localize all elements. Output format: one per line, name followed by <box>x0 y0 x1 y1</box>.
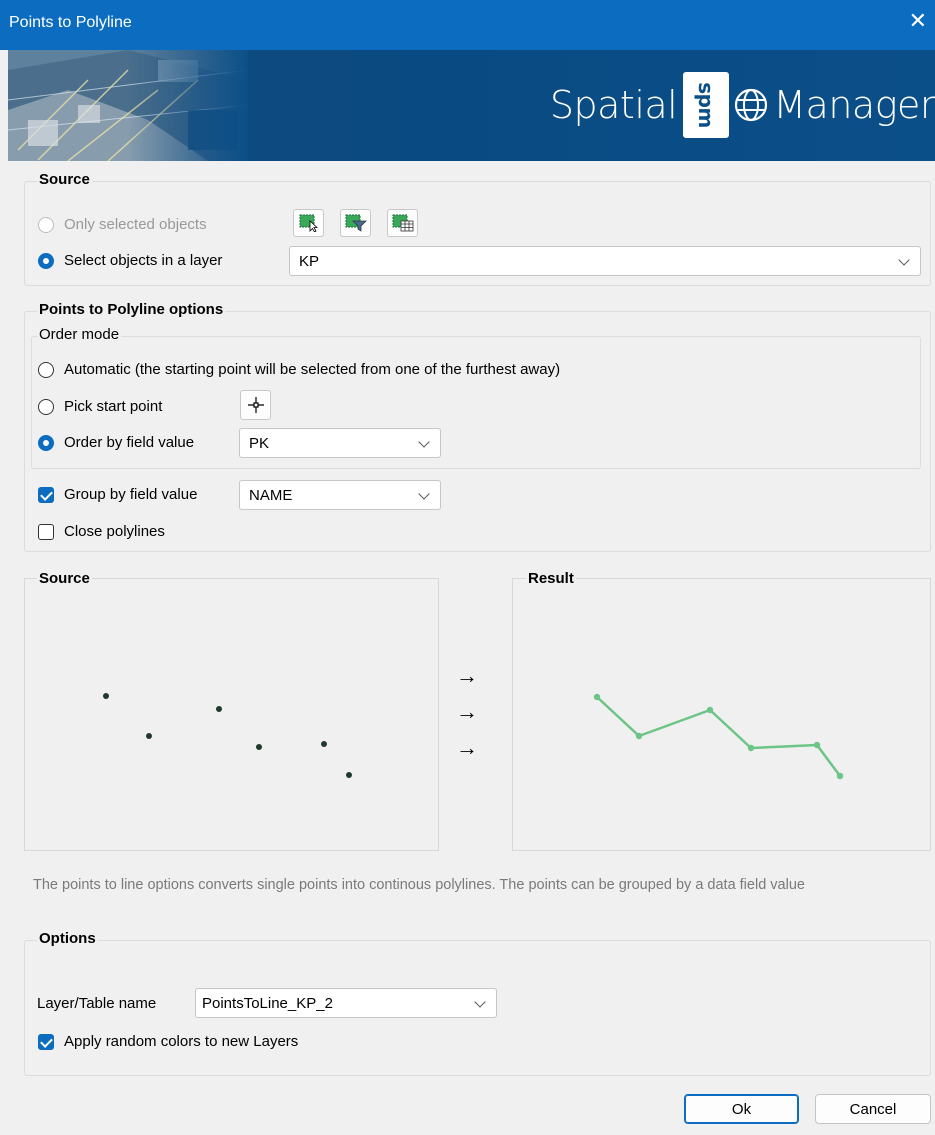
layer-table-value: PointsToLine_KP_2 <box>202 995 333 1012</box>
close-polylines-label: Close polylines <box>64 523 165 540</box>
arrow-right-icon: → <box>456 663 478 688</box>
close-icon[interactable]: ✕ <box>909 10 927 32</box>
pick-start-radio[interactable] <box>38 399 54 415</box>
chevron-down-icon <box>418 436 430 448</box>
order-mode-legend: Order mode <box>37 326 122 343</box>
order-field-value: PK <box>249 435 270 452</box>
layer-select[interactable]: KP <box>289 246 921 276</box>
automatic-label: Automatic (the starting point will be se… <box>64 361 561 378</box>
result-preview-panel <box>512 578 931 851</box>
result-vertex <box>747 744 755 752</box>
pick-point-button[interactable] <box>240 390 271 420</box>
source-point <box>146 733 152 739</box>
only-selected-label: Only selected objects <box>64 216 207 233</box>
layer-table-label: Layer/Table name <box>37 995 157 1012</box>
description-text: The points to line options converts sing… <box>33 877 805 893</box>
select-objects-button[interactable] <box>293 209 324 237</box>
header-banner: Spatial spm Manager <box>8 50 935 161</box>
result-vertex <box>635 732 643 740</box>
result-vertex <box>706 706 714 714</box>
result-polyline-graphic <box>593 693 844 780</box>
window-title: Points to Polyline <box>9 14 132 31</box>
order-by-field-label: Order by field value <box>64 434 195 451</box>
source-point <box>103 693 109 699</box>
source-group-legend: Source <box>37 171 92 188</box>
polyline-options-legend: Points to Polyline options <box>37 301 226 318</box>
spatial-manager-logo: Spatial spm Manager <box>550 72 935 138</box>
filter-objects-button[interactable] <box>340 209 371 237</box>
layer-table-select[interactable]: PointsToLine_KP_2 <box>195 988 497 1018</box>
source-point <box>216 706 222 712</box>
group-field-value: NAME <box>249 487 293 504</box>
select-table-icon <box>392 214 413 232</box>
source-point <box>346 772 352 778</box>
output-options-legend: Options <box>37 930 98 947</box>
filter-icon <box>345 214 367 232</box>
chevron-down-icon <box>418 488 430 500</box>
automatic-radio[interactable] <box>38 362 54 378</box>
random-colors-checkbox[interactable] <box>38 1034 54 1050</box>
result-polyline <box>596 696 842 777</box>
cancel-button[interactable]: Cancel <box>815 1094 931 1124</box>
group-by-label: Group by field value <box>64 486 198 503</box>
city-map-image <box>8 50 248 161</box>
order-field-select[interactable]: PK <box>239 428 441 458</box>
select-table-button[interactable] <box>387 209 418 237</box>
chevron-down-icon <box>898 254 910 266</box>
pick-start-label: Pick start point <box>64 398 163 415</box>
group-field-select[interactable]: NAME <box>239 480 441 510</box>
arrow-right-icon: → <box>456 735 478 760</box>
brand-right-text: Manager <box>773 83 935 127</box>
source-point <box>321 741 327 747</box>
result-vertex <box>813 741 821 749</box>
crosshair-icon <box>247 397 264 413</box>
source-preview-title: Source <box>37 570 92 587</box>
result-preview-title: Result <box>526 570 576 587</box>
select-in-layer-label: Select objects in a layer <box>64 252 223 269</box>
globe-icon <box>735 88 768 122</box>
source-point <box>256 744 262 750</box>
only-selected-radio[interactable] <box>38 217 54 233</box>
ok-button[interactable]: Ok <box>684 1094 799 1124</box>
result-vertex <box>593 693 601 701</box>
title-bar: Points to Polyline ✕ <box>0 0 935 50</box>
source-preview-panel <box>24 578 439 851</box>
group-by-checkbox[interactable] <box>38 487 54 503</box>
arrow-right-icon: → <box>456 699 478 724</box>
close-polylines-checkbox[interactable] <box>38 524 54 540</box>
select-in-layer-radio[interactable] <box>38 253 54 269</box>
spm-logo-box: spm <box>683 72 730 138</box>
result-vertex <box>836 772 844 780</box>
chevron-down-icon <box>474 996 486 1008</box>
select-objects-icon <box>299 214 318 232</box>
layer-select-value: KP <box>299 253 320 270</box>
random-colors-label: Apply random colors to new Layers <box>64 1033 299 1050</box>
order-by-field-radio[interactable] <box>38 435 54 451</box>
brand-left-text: Spatial <box>549 83 678 127</box>
source-points-graphic <box>103 693 352 778</box>
